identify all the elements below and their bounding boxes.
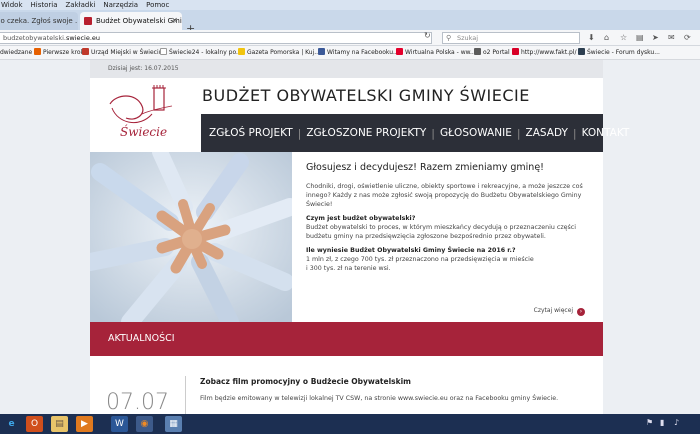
page-icon [160,48,167,55]
swiecie-logo[interactable]: Świecie [106,84,178,142]
menu-item-historia[interactable]: Historia [30,0,59,10]
bookmark-item[interactable]: o2 Portal [474,46,510,59]
sync-icon[interactable]: ⟳ [684,33,691,43]
page-viewport[interactable]: Dzisiaj jest: 16.07.2015 Świecie BUDŻET … [0,60,700,414]
nav-divider: | [431,126,436,140]
facebook-icon [318,48,325,55]
home-icon[interactable]: ⌂ [604,33,609,43]
bookmark-item[interactable]: Świecie24 - lokalny po... [160,46,242,59]
nav-zgloszone-projekty[interactable]: ZGŁOSZONE PROJEKTY [306,127,426,139]
nav-divider: | [297,126,302,140]
site-header: Świecie BUDŻET OBYWATELSKI GMINY ŚWIECIE… [90,78,629,152]
menu-item-pomoc[interactable]: Pomoc [145,0,170,10]
nav-divider: | [516,126,521,140]
nav-glosowanie[interactable]: GŁOSOWANIE [440,127,512,139]
address-bar[interactable]: budzetobywatelski.swiecie.eu [0,32,432,44]
gazeta-icon [238,48,245,55]
news-body: Film będzie emitowany w telewizji lokaln… [200,395,559,402]
hero-text: Głosujesz i decydujesz! Razem zmieniamy … [306,162,596,278]
hero-heading: Głosujesz i decydujesz! Razem zmieniamy … [306,162,544,173]
menu-item-zakladki[interactable]: Zakładki [65,0,97,10]
network-icon[interactable]: ▮ [660,418,664,427]
url-prefix: budzetobywatelski. [3,34,66,42]
url-host: swiecie.eu [65,34,101,42]
chat-icon[interactable]: ✉ [668,33,675,43]
download-icon[interactable]: ⬇ [588,33,595,43]
hero-question-1: Czym jest budżet obywatelski? [306,215,416,222]
o2-icon [474,48,481,55]
ie-icon[interactable]: e [3,416,20,432]
bookmark-item[interactable]: dwiedzane [0,46,32,59]
bookmark-item[interactable]: Urząd Miejski w Świeciu [82,46,162,59]
wp-icon [396,48,403,55]
bookmark-item[interactable]: Świecie - Forum dysku... [578,46,660,59]
read-more-link[interactable]: Czytaj więcej › [534,307,585,316]
hands-together-image [90,152,292,322]
windows-taskbar: e O ▤ ▶ W ◉ ▦ ⚑ ▮ ♪ [0,414,700,434]
flag-icon[interactable]: ⚑ [646,418,653,427]
send-icon[interactable]: ➤ [652,33,659,43]
tab-label: Budżet Obywatelski Gminy... [96,17,182,25]
bookmark-item[interactable]: http://www.fakt.pl/ [512,46,576,59]
menu-bar: Widok Historia Zakładki Narzędzia Pomoc [0,0,700,10]
tab-label: po czeka. Zgłoś swoje ... [0,17,78,25]
nav-toolbar: budzetobywatelski.swiecie.eu ↻ ⚲ Szukaj … [0,30,700,46]
notepad-icon[interactable]: ▦ [165,416,182,432]
news-title[interactable]: Zobacz film promocyjny o Budżecie Obywat… [200,377,411,386]
nav-divider: | [572,126,577,140]
search-input[interactable]: ⚲ Szukaj [442,32,580,44]
bookmark-item[interactable]: Witamy na Facebooku... [318,46,399,59]
bookmark-item[interactable]: Wirtualna Polska - ww... [396,46,476,59]
close-tab-icon[interactable]: ✕ [171,12,178,30]
bookmarks-icon[interactable]: ▤ [636,33,644,43]
forum-icon [578,48,585,55]
star-icon[interactable]: ☆ [620,33,627,43]
date-strip: Dzisiaj jest: 16.07.2015 [90,60,603,78]
read-more-label: Czytaj więcej [533,307,574,314]
tab-current[interactable]: Budżet Obywatelski Gminy... ✕ [80,12,182,30]
reload-icon[interactable]: ↻ [424,31,431,40]
media-player-icon[interactable]: ▶ [76,416,93,432]
menu-item-narzedzia[interactable]: Narzędzia [102,0,139,10]
folder-icon[interactable]: ▤ [51,416,68,432]
news-date: 07.07 [106,390,169,414]
search-icon: ⚲ [446,34,452,42]
site-title: BUDŻET OBYWATELSKI GMINY ŚWIECIE [202,86,530,105]
news-section-title: AKTUALNOŚCI [108,333,175,344]
hero-section: Głosujesz i decydujesz! Razem zmieniamy … [90,152,603,322]
crest-icon [82,48,89,55]
today-date: Dzisiaj jest: 16.07.2015 [108,65,179,72]
firefox-icon [34,48,41,55]
news-section-header: AKTUALNOŚCI [90,322,603,356]
search-placeholder: Szukaj [457,34,479,42]
outlook-icon[interactable]: O [26,416,43,432]
news-item[interactable]: 07.07 Zobacz film promocyjny o Budżecie … [90,356,603,414]
hero-answer-1: Budżet obywatelski to proces, w którym m… [306,224,576,240]
volume-icon[interactable]: ♪ [674,418,679,427]
word-icon[interactable]: W [111,416,128,432]
hero-answer-2a: 1 mln zł, z czego 700 tys. zł przeznaczo… [306,256,534,263]
nav-zasady[interactable]: ZASADY [526,127,568,139]
logo-text: Świecie [120,123,167,139]
nav-zglos-projekt[interactable]: ZGŁOŚ PROJEKT [209,127,293,139]
nav-kontakt[interactable]: KONTAKT [582,127,630,139]
menu-item-widok[interactable]: Widok [0,0,24,10]
bookmark-item[interactable]: Gazeta Pomorska | Kuj... [238,46,320,59]
hero-answer-2b: i 300 tys. zł na terenie wsi. [306,265,391,272]
hero-intro: Chodniki, drogi, oświetlenie uliczne, ob… [306,183,583,208]
firefox-icon[interactable]: ◉ [136,416,153,432]
main-nav: ZGŁOŚ PROJEKT | ZGŁOSZONE PROJEKTY | GŁO… [201,114,629,152]
fakt-icon [512,48,519,55]
bookmark-item[interactable]: Pierwsze kroki [34,46,86,59]
hero-question-2: Ile wyniesie Budżet Obywatelski Gminy Św… [306,247,516,254]
arrow-right-icon: › [577,308,585,316]
bookmarks-bar: dwiedzane Pierwsze kroki Urząd Miejski w… [0,46,700,60]
favicon-icon [84,17,92,25]
news-divider [185,376,186,414]
tab-strip: po czeka. Zgłoś swoje ... Budżet Obywate… [0,10,700,35]
tab-previous[interactable]: po czeka. Zgłoś swoje ... [0,12,78,30]
